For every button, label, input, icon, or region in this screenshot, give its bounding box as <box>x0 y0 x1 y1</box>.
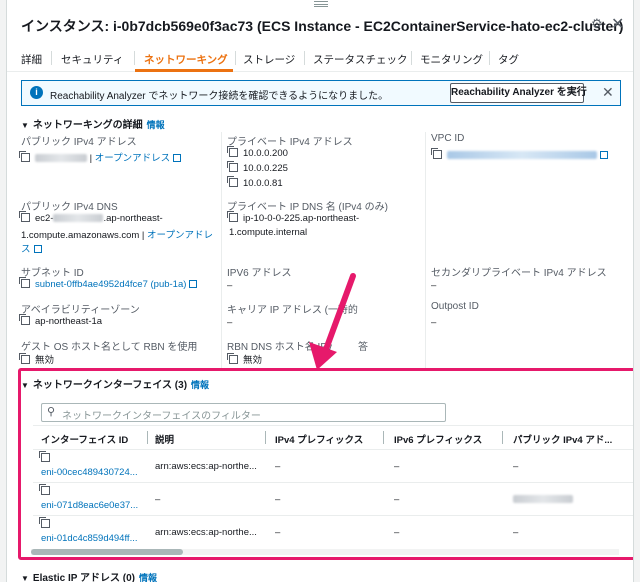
redacted-vpc-link[interactable] <box>447 151 597 159</box>
tab-bar: 詳細 セキュリティ ネットワーキング ストレージ ステータスチェック モニタリン… <box>7 44 633 72</box>
info-link[interactable]: 情報 <box>139 573 157 582</box>
collapse-caret-icon: ▼ <box>21 121 29 130</box>
open-address-link[interactable]: オープンアドレ <box>147 230 213 241</box>
copy-icon[interactable] <box>227 211 238 222</box>
private-ipv4-text: 10.0.0.225 <box>243 163 288 174</box>
private-dns-label: プライベート IP DNS 名 (IPv4 のみ) <box>227 202 388 213</box>
secondary-ipv4-value: – <box>431 280 437 291</box>
private-dns-line2: 1.compute.internal <box>229 227 308 238</box>
networking-details-header[interactable]: ▼ ネットワーキングの詳細 情報 <box>21 116 165 131</box>
copy-icon[interactable] <box>227 353 238 364</box>
open-address-link-tail[interactable]: ス <box>21 244 31 255</box>
private-ipv4-item: 10.0.0.200 <box>227 146 288 159</box>
outpost-id-label: Outpost ID <box>431 301 479 312</box>
private-ipv4-label: プライベート IPv4 アドレス <box>227 137 353 148</box>
secondary-ipv4-label: セカンダリプライベート IPv4 アドレス <box>431 268 607 279</box>
page-title: インスタンス: i-0b7dcb569e0f3ac73 (ECS Instanc… <box>21 18 624 34</box>
private-ipv4-text: 10.0.0.81 <box>243 178 283 189</box>
copy-icon[interactable] <box>227 161 238 172</box>
dns-suffix: .ap-northeast- <box>103 213 163 224</box>
carrier-ip-value: – <box>227 317 233 328</box>
resize-handle[interactable] <box>314 1 328 7</box>
dns-prefix: ec2- <box>35 213 54 224</box>
copy-icon[interactable] <box>227 146 238 157</box>
outpost-id-value: – <box>431 317 437 328</box>
section-title: ネットワーキングの詳細 <box>32 120 143 131</box>
availability-zone-label: アベイラビリティーゾーン <box>21 305 140 316</box>
section-title: Elastic IP アドレス (0) <box>32 573 135 582</box>
public-dns-line3: ス <box>21 241 42 255</box>
copy-icon[interactable] <box>19 314 30 325</box>
active-tab-indicator <box>135 69 233 72</box>
tab-monitoring[interactable]: モニタリング <box>420 52 483 67</box>
tab-storage[interactable]: ストレージ <box>243 52 295 67</box>
private-ipv4-item: 10.0.0.81 <box>227 176 283 189</box>
redacted-dns <box>53 214 104 222</box>
close-icon[interactable]: ✕ <box>611 14 624 34</box>
private-ipv4-item: 10.0.0.225 <box>227 161 288 174</box>
subnet-link[interactable]: subnet-0ffb4ae4952d4fce7 (pub-1a) <box>35 279 186 290</box>
redacted-ip <box>35 154 87 162</box>
guest-os-text: 無効 <box>35 355 55 366</box>
annotation-arrow <box>309 273 356 370</box>
tab-status-checks[interactable]: ステータスチェック <box>313 52 408 67</box>
external-link-icon <box>600 151 608 159</box>
guest-os-rbn-label: ゲスト OS ホスト名として RBN を使用 <box>21 342 198 353</box>
public-dns-value: ec2- .ap-northeast- <box>19 211 163 224</box>
copy-icon[interactable] <box>19 151 30 162</box>
public-dns-label: パブリック IPv4 DNS <box>21 202 118 213</box>
guest-os-rbn-value: 無効 <box>19 352 55 366</box>
private-ipv4-text: 10.0.0.200 <box>243 148 288 159</box>
availability-zone-value: ap-northeast-1a <box>19 314 103 327</box>
reachability-alert: i Reachability Analyzer でネットワーク接続を確認できるよ… <box>21 80 621 106</box>
vpc-id-value <box>431 148 608 161</box>
highlight-annotation-box <box>18 368 633 560</box>
rbn-text: 無効 <box>243 355 263 366</box>
dismiss-alert-icon[interactable]: ✕ <box>602 84 614 101</box>
elastic-ip-header[interactable]: ▼ Elastic IP アドレス (0) 情報 <box>21 569 157 582</box>
copy-icon[interactable] <box>227 176 238 187</box>
private-dns-line1: ip-10-0-0-225.ap-northeast- <box>243 213 360 224</box>
az-text: ap-northeast-1a <box>35 316 103 327</box>
info-link[interactable]: 情報 <box>147 120 165 130</box>
alert-message: Reachability Analyzer でネットワーク接続を確認できるように… <box>50 91 389 102</box>
external-link-icon <box>173 154 182 162</box>
external-link-icon <box>33 245 42 253</box>
dns-line2: 1.compute.amazonaws.com <box>21 230 140 241</box>
copy-icon[interactable] <box>19 277 30 288</box>
settings-icon[interactable]: ⚙ <box>591 16 603 32</box>
vpc-id-label: VPC ID <box>431 133 465 144</box>
ipv6-value: – <box>227 280 233 291</box>
external-link-icon <box>189 280 198 288</box>
copy-icon[interactable] <box>19 353 30 364</box>
info-icon: i <box>30 86 43 99</box>
tab-details[interactable]: 詳細 <box>21 52 42 67</box>
copy-icon[interactable] <box>431 148 442 159</box>
run-reachability-analyzer-button[interactable]: Reachability Analyzer を実行 <box>450 83 587 103</box>
public-ipv4-label: パブリック IPv4 アドレス <box>21 137 137 148</box>
copy-icon[interactable] <box>19 211 30 222</box>
rbn-dns-value: 無効 <box>227 352 263 366</box>
private-dns-value: ip-10-0-0-225.ap-northeast- <box>227 211 360 224</box>
collapse-caret-icon: ▼ <box>21 574 29 582</box>
instance-detail-panel: インスタンス: i-0b7dcb569e0f3ac73 (ECS Instanc… <box>6 0 634 582</box>
ipv6-label: IPV6 アドレス <box>227 268 292 279</box>
subnet-id-value: subnet-0ffb4ae4952d4fce7 (pub-1a) <box>19 277 198 290</box>
tab-tags[interactable]: タグ <box>498 52 519 67</box>
public-ipv4-value: | オープンアドレス <box>19 150 182 164</box>
tab-networking[interactable]: ネットワーキング <box>144 52 228 67</box>
tab-security[interactable]: セキュリティ <box>61 52 123 67</box>
open-address-link[interactable]: オープンアドレス <box>95 153 170 164</box>
subnet-id-label: サブネット ID <box>21 268 84 279</box>
public-dns-line2: 1.compute.amazonaws.com | オープンアドレ <box>21 230 213 241</box>
